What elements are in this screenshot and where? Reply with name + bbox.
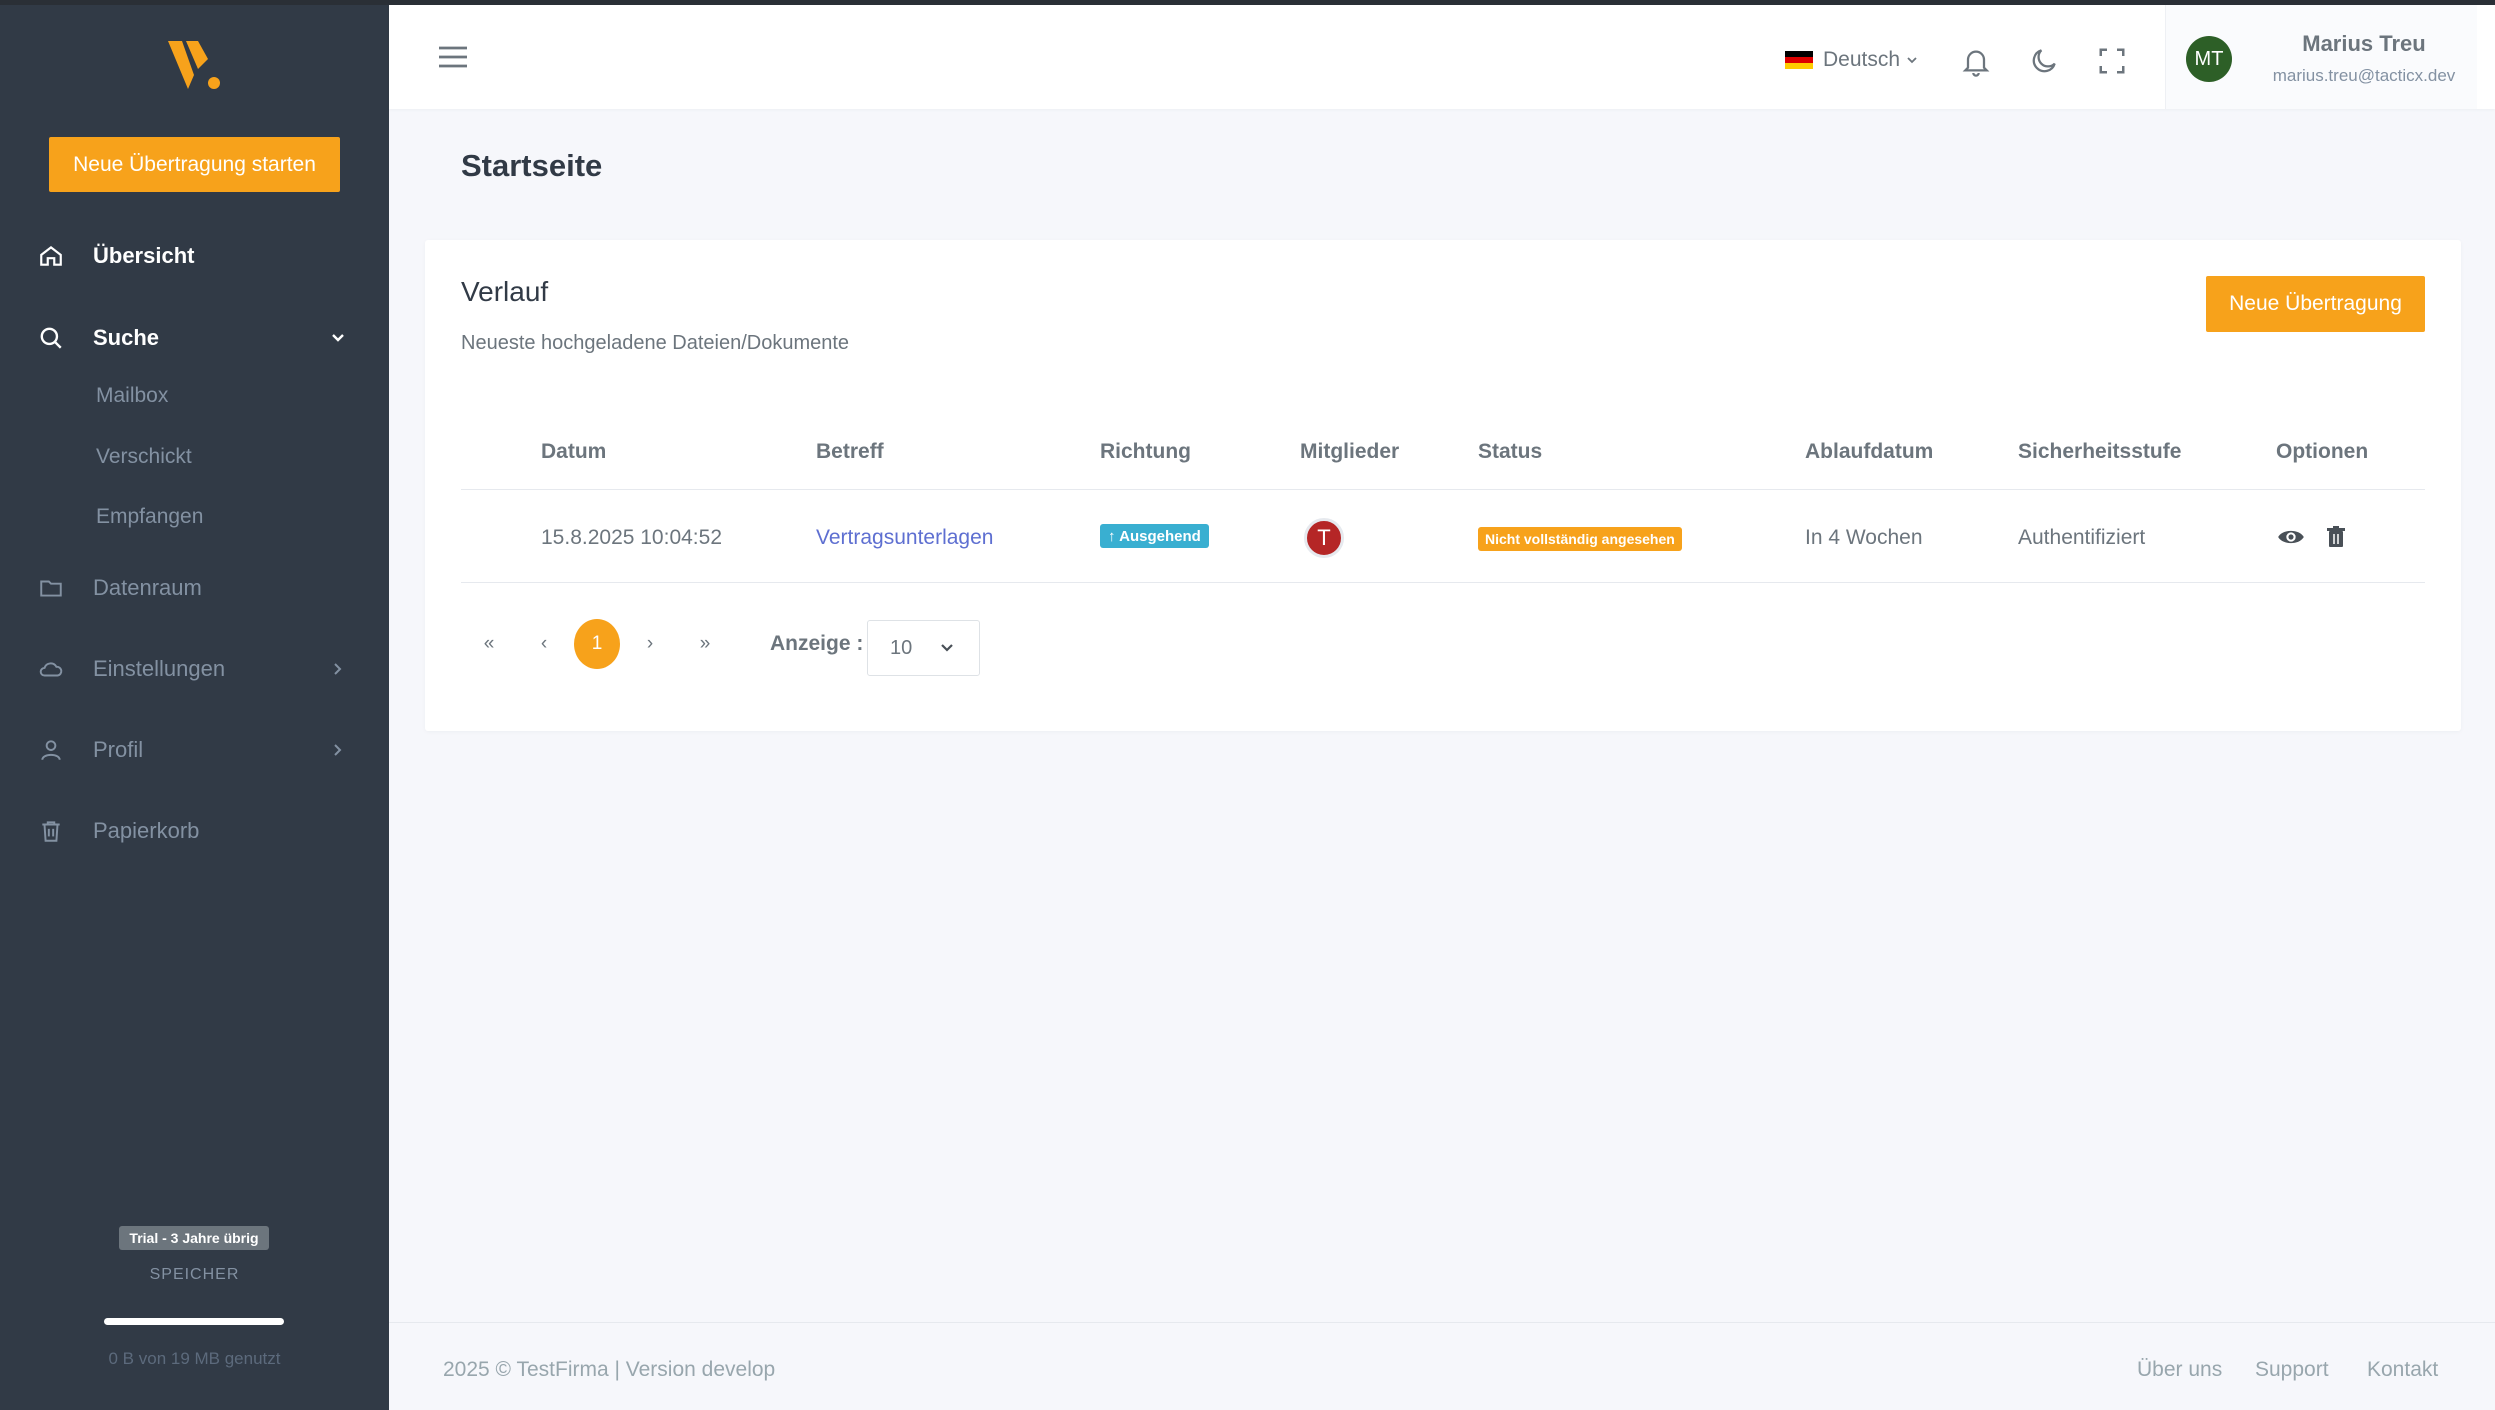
new-transfer-button[interactable]: Neue Übertragung [2206, 276, 2425, 332]
app-logo[interactable] [168, 39, 222, 91]
page-size-label: Anzeige : [770, 632, 864, 655]
language-selector[interactable]: Deutsch [1785, 45, 1918, 75]
column-header-members[interactable]: Mitglieder [1300, 440, 1399, 464]
user-menu[interactable]: MT Marius Treu marius.treu@tacticx.dev [2165, 5, 2477, 109]
sidebar-item-label: Suche [93, 325, 160, 350]
view-eye-icon[interactable] [2276, 522, 2306, 552]
user-name: Marius Treu [2302, 31, 2426, 56]
chevron-right-icon [327, 658, 349, 680]
card-title: Verlauf [461, 276, 549, 307]
column-header-date[interactable]: Datum [541, 440, 606, 464]
row-date: 15.8.2025 10:04:52 [541, 526, 723, 549]
trial-badge: Trial - 3 Jahre übrig [119, 1226, 269, 1250]
folder-icon [36, 573, 66, 603]
sidebar-item-label: Übersicht [93, 243, 195, 268]
sidebar-subitem-mailbox[interactable]: Mailbox [96, 384, 168, 408]
sidebar-item-label: Papierkorb [93, 818, 200, 843]
column-header-security[interactable]: Sicherheitsstufe [2018, 440, 2181, 464]
pagination-first[interactable]: « [466, 619, 512, 669]
footer-link-contact[interactable]: Kontakt [2367, 1358, 2438, 1382]
language-label: Deutsch [1823, 48, 1901, 71]
sidebar-item-overview[interactable]: Übersicht [0, 226, 389, 286]
footer: 2025 © TestFirma | Version develop Über … [389, 1322, 2495, 1410]
footer-link-about[interactable]: Über uns [2137, 1358, 2222, 1382]
storage-progress-bar [104, 1318, 284, 1325]
column-header-expiry[interactable]: Ablaufdatum [1805, 440, 1933, 464]
chevron-down-icon [327, 327, 349, 349]
start-transfer-button[interactable]: Neue Übertragung starten [49, 137, 340, 192]
sidebar: Neue Übertragung starten Übersicht Suche… [0, 0, 389, 1410]
chevron-right-icon [327, 739, 349, 761]
delete-trash-icon[interactable] [2321, 522, 2351, 552]
column-header-status[interactable]: Status [1478, 440, 1542, 464]
footer-copyright: 2025 © TestFirma | Version develop [443, 1358, 776, 1381]
fullscreen-icon[interactable] [2094, 43, 2130, 79]
pagination-last[interactable]: » [682, 619, 728, 669]
trash-icon [36, 816, 66, 846]
storage-usage-text: 0 B von 19 MB genutzt [108, 1349, 281, 1368]
pagination-page-current[interactable]: 1 [574, 619, 620, 669]
footer-link-support[interactable]: Support [2255, 1358, 2329, 1382]
row-security: Authentifiziert [2018, 526, 2146, 549]
row-expiry: In 4 Wochen [1805, 526, 1923, 549]
topbar: Deutsch MT Marius Treu marius.treu@tacti… [389, 0, 2495, 109]
user-email: marius.treu@tacticx.dev [2272, 66, 2456, 85]
table-header-divider [461, 489, 2425, 490]
sidebar-item-search[interactable]: Suche [0, 308, 389, 368]
member-avatar[interactable]: T [1304, 518, 1344, 558]
user-icon [36, 735, 66, 765]
page-size-value: 10 [890, 637, 913, 659]
search-icon [36, 323, 66, 353]
avatar: MT [2186, 36, 2232, 82]
sidebar-item-settings[interactable]: Einstellungen [0, 639, 389, 699]
column-header-options: Optionen [2276, 440, 2369, 463]
status-badge: Nicht vollständig angesehen [1478, 527, 1682, 551]
sidebar-item-label: Einstellungen [93, 656, 226, 681]
row-subject-link[interactable]: Vertragsunterlagen [816, 526, 993, 550]
pagination-prev[interactable]: ‹ [521, 619, 567, 669]
german-flag-icon [1785, 50, 1813, 70]
column-header-subject[interactable]: Betreff [816, 440, 884, 464]
sidebar-item-label: Datenraum [93, 575, 202, 600]
chevron-down-icon [1907, 57, 1917, 64]
sidebar-subitem-received[interactable]: Empfangen [96, 505, 203, 529]
storage-label: SPEICHER [149, 1266, 240, 1283]
card-subtitle: Neueste hochgeladene Dateien/Dokumente [461, 332, 850, 354]
direction-badge: ↑ Ausgehend [1100, 524, 1209, 548]
menu-toggle-icon[interactable] [437, 43, 469, 71]
sidebar-subitem-sent[interactable]: Verschickt [96, 445, 192, 469]
page-size-select[interactable]: 10 [867, 620, 980, 676]
cloud-icon [36, 654, 66, 684]
dark-mode-moon-icon[interactable] [2026, 43, 2062, 79]
home-icon [36, 241, 66, 271]
history-card: Verlauf Neueste hochgeladene Dateien/Dok… [425, 240, 2461, 731]
notifications-bell-icon[interactable] [1958, 43, 1994, 79]
page-title: Startseite [461, 148, 603, 183]
table-row-divider [461, 582, 2425, 583]
sidebar-item-trash[interactable]: Papierkorb [0, 801, 389, 861]
sidebar-item-profile[interactable]: Profil [0, 720, 389, 780]
sidebar-item-label: Profil [93, 737, 144, 762]
pagination-next[interactable]: › [627, 619, 673, 669]
sidebar-item-dataroom[interactable]: Datenraum [0, 558, 389, 618]
column-header-direction[interactable]: Richtung [1100, 440, 1191, 464]
chevron-down-icon [941, 644, 953, 652]
